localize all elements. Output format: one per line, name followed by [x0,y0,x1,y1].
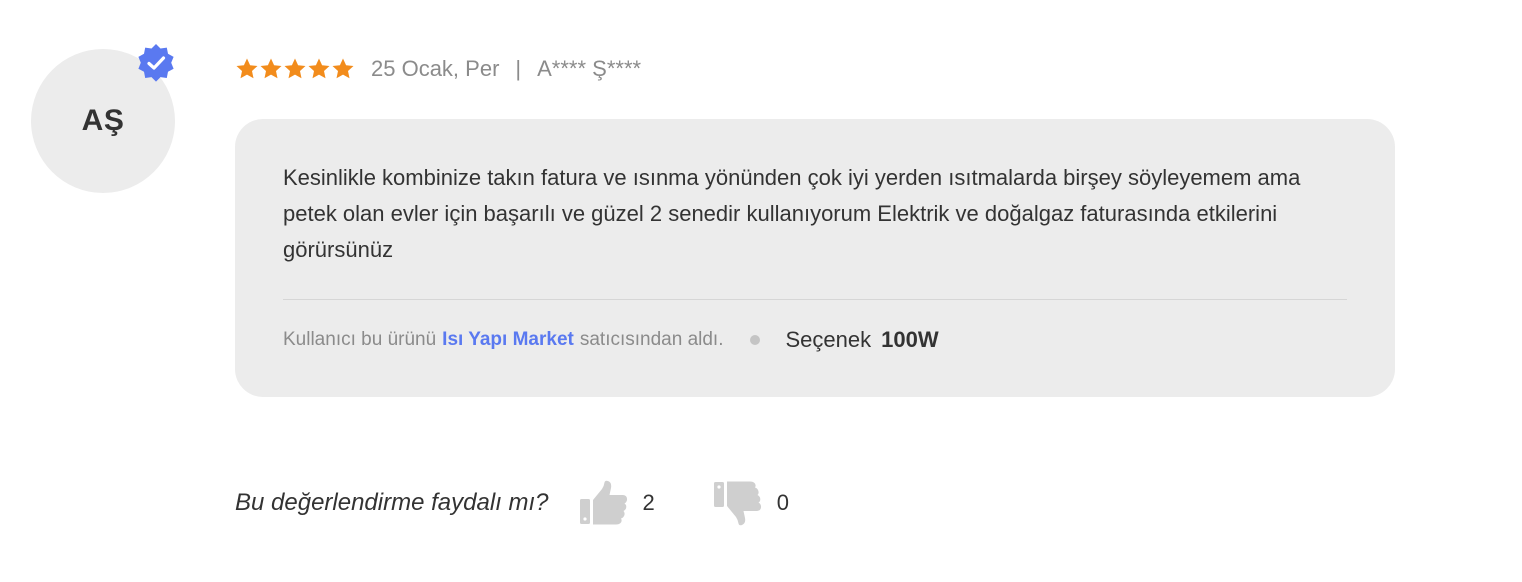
option-label: Seçenek [785,327,872,352]
meta-separator: | [515,56,522,81]
review-bubble: Kesinlikle kombinize takın fatura ve ısı… [235,119,1395,397]
seller-link[interactable]: Isı Yapı Market [442,329,574,351]
thumbs-up-count: 2 [642,490,655,515]
star-icon [284,58,306,79]
review-date: 25 Ocak, Per [371,56,500,81]
review-meta: 25 Ocak, Per | A**** Ş**** [235,52,641,86]
star-icon [332,58,354,79]
thumbs-down-button[interactable]: 0 [713,480,789,526]
review-card: AŞ 25 Ocak, Per | A**** Ş**** Kesinlikle… [0,0,1522,582]
helpful-section: Bu değerlendirme faydalı mı? 2 0 [235,480,789,526]
seller-suffix: satıcısından aldı. [579,329,724,350]
verified-badge-icon [138,44,174,82]
thumbs-up-icon [579,480,627,525]
review-author: A**** Ş**** [537,56,642,81]
dot-separator [749,335,760,345]
divider [283,299,1347,300]
review-comment: Kesinlikle kombinize takın fatura ve ısı… [283,165,1301,262]
helpful-question: Bu değerlendirme faydalı mı? [235,489,549,516]
seller-info: Kullanıcı bu ürünü Isı Yapı Market satıc… [283,325,939,355]
thumbs-up-button[interactable]: 2 [579,480,655,526]
seller-prefix: Kullanıcı bu ürünü [283,329,437,350]
star-icon [236,58,258,79]
star-rating [235,57,355,81]
option-value: 100W [881,327,939,352]
thumbs-down-icon [713,481,761,526]
avatar-initials: AŞ [81,104,125,137]
star-icon [260,58,282,79]
thumbs-down-count: 0 [776,490,789,515]
star-icon [308,58,330,79]
